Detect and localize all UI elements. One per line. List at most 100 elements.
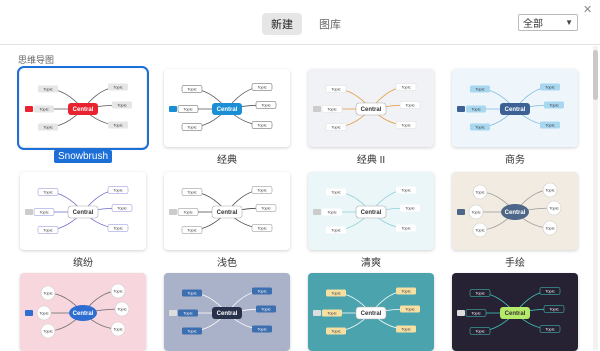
svg-text:Topic: Topic [405,307,414,312]
mindmap-preview: Topic Topic Topic Topic Topic Topic Central [457,83,564,131]
svg-text:Topic: Topic [113,327,122,332]
svg-text:Topic: Topic [331,228,340,233]
svg-text:Topic: Topic [545,289,554,294]
template-card[interactable]: Topic Topic Topic Topic Topic Topic Central [452,69,578,147]
template-label: 经典 II [308,151,434,166]
template-card[interactable]: Topic Topic Topic Topic Topic Topic Central [308,172,434,250]
template-card[interactable]: Topic Topic Topic Topic Topic Topic Central [164,273,290,351]
svg-text:Central: Central [73,311,94,317]
svg-text:Topic: Topic [475,125,484,130]
topic-node: Topic [34,105,54,113]
svg-text:Topic: Topic [183,311,192,316]
topic-node: Topic [108,83,128,91]
topic-node: Topic [470,85,490,93]
topic-node: Topic [111,204,133,212]
svg-text:Topic: Topic [117,307,126,312]
central-node: Central [211,205,243,219]
svg-text:Topic: Topic [475,190,484,195]
svg-text:Topic: Topic [187,125,196,130]
template-label-text: 缤纷 [73,258,93,269]
mindmap-preview: Topic Topic Topic Topic Topic Topic Central [25,83,132,131]
topic-node: Topic [400,305,420,313]
topic-node: Topic [38,85,58,93]
template-label-text: 商务 [505,155,525,166]
filter-dropdown[interactable]: 全部 ▼ [518,14,578,31]
template-card[interactable]: Topic Topic Topic Topic Topic Topic Central [308,273,434,351]
svg-text:Topic: Topic [545,226,554,231]
mindmap-preview: Topic Topic Topic Topic Topic Topic Central [25,186,133,234]
svg-text:Topic: Topic [545,85,554,90]
svg-text:Topic: Topic [187,228,196,233]
topic-node: Topic [108,121,128,129]
central-node: Central [355,102,387,116]
svg-text:Topic: Topic [545,327,554,332]
topic-node: Topic [177,208,199,216]
topic-node: Topic [251,186,273,194]
mindmap-preview: Topic Topic Topic Topic Topic Topic Central [313,83,421,131]
topic-node: Topic [181,85,203,93]
topic-node: Topic [182,289,202,297]
topic-node: Topic [326,188,346,196]
svg-text:Topic: Topic [187,291,196,296]
topic-node: Topic [36,305,52,321]
topic-node: Topic [465,309,487,317]
template-label: 商务 [452,151,578,166]
svg-text:Topic: Topic [327,311,336,316]
topic-node: Topic [326,226,346,234]
topic-node: Topic [37,226,59,234]
svg-text:Topic: Topic [113,188,122,193]
central-node: Central [212,307,242,319]
topic-node: Topic [107,186,129,194]
topic-node: Topic [181,188,203,196]
topic-node: Topic [468,204,484,220]
svg-text:Topic: Topic [113,226,122,231]
svg-text:Topic: Topic [401,123,410,128]
svg-text:Central: Central [73,210,94,216]
topic-node: Topic [321,105,343,113]
template-card[interactable]: Topic Topic Topic Topic Topic Topic Central [20,172,146,250]
tab-new[interactable]: 新建 [262,13,302,35]
topic-node: Topic [37,188,59,196]
template-card[interactable]: Topic Topic Topic Topic Topic Topic Central [308,69,434,147]
svg-text:Topic: Topic [43,228,52,233]
marker-icon [25,310,33,316]
svg-text:Topic: Topic [117,103,126,108]
template-card[interactable]: Topic Topic Topic Topic Topic Topic Central [17,66,149,150]
topic-node: Topic [325,123,347,131]
topic-node: Topic [38,123,58,131]
svg-text:Topic: Topic [545,188,554,193]
svg-text:Topic: Topic [471,311,480,316]
svg-text:Topic: Topic [43,190,52,195]
template-card[interactable]: Topic Topic Topic Topic Topic Topic Central [452,273,578,351]
template-card[interactable]: Topic Topic Topic Topic Topic Topic Central [164,172,290,250]
svg-text:Topic: Topic [113,85,122,90]
svg-text:Topic: Topic [257,85,266,90]
svg-text:Topic: Topic [257,226,266,231]
top-bar: 新建 图库 全部 ▼ ✕ [0,0,600,44]
template-label: 浅色 [164,254,290,269]
topic-node: Topic [469,289,491,297]
svg-text:Topic: Topic [257,123,266,128]
topic-node: Topic [322,208,342,216]
close-icon[interactable]: ✕ [583,3,592,16]
svg-text:Topic: Topic [401,327,410,332]
topic-node: Topic [177,105,199,113]
template-card[interactable]: Topic Topic Topic Topic Topic Topic Central [164,69,290,147]
svg-text:Topic: Topic [261,206,270,211]
tab-gallery[interactable]: 图库 [310,13,350,35]
scrollbar-thumb[interactable] [593,50,598,100]
template-card[interactable]: Topic Topic Topic Topic Topic Topic Central [452,172,578,250]
central-node: Central [500,307,530,319]
template-card[interactable]: Topic Topic Topic Topic Topic Topic Central [20,273,146,351]
central-node: Central [500,103,530,115]
central-node: Central [67,205,99,219]
header-divider [0,44,600,45]
template-label-text: 浅色 [217,258,237,269]
marker-icon [313,209,321,215]
svg-text:Central: Central [361,311,382,317]
topic-node: Topic [540,83,560,91]
svg-text:Topic: Topic [331,190,340,195]
topic-node: Topic [469,327,491,335]
svg-text:Topic: Topic [113,289,122,294]
central-node: Central [212,103,242,115]
